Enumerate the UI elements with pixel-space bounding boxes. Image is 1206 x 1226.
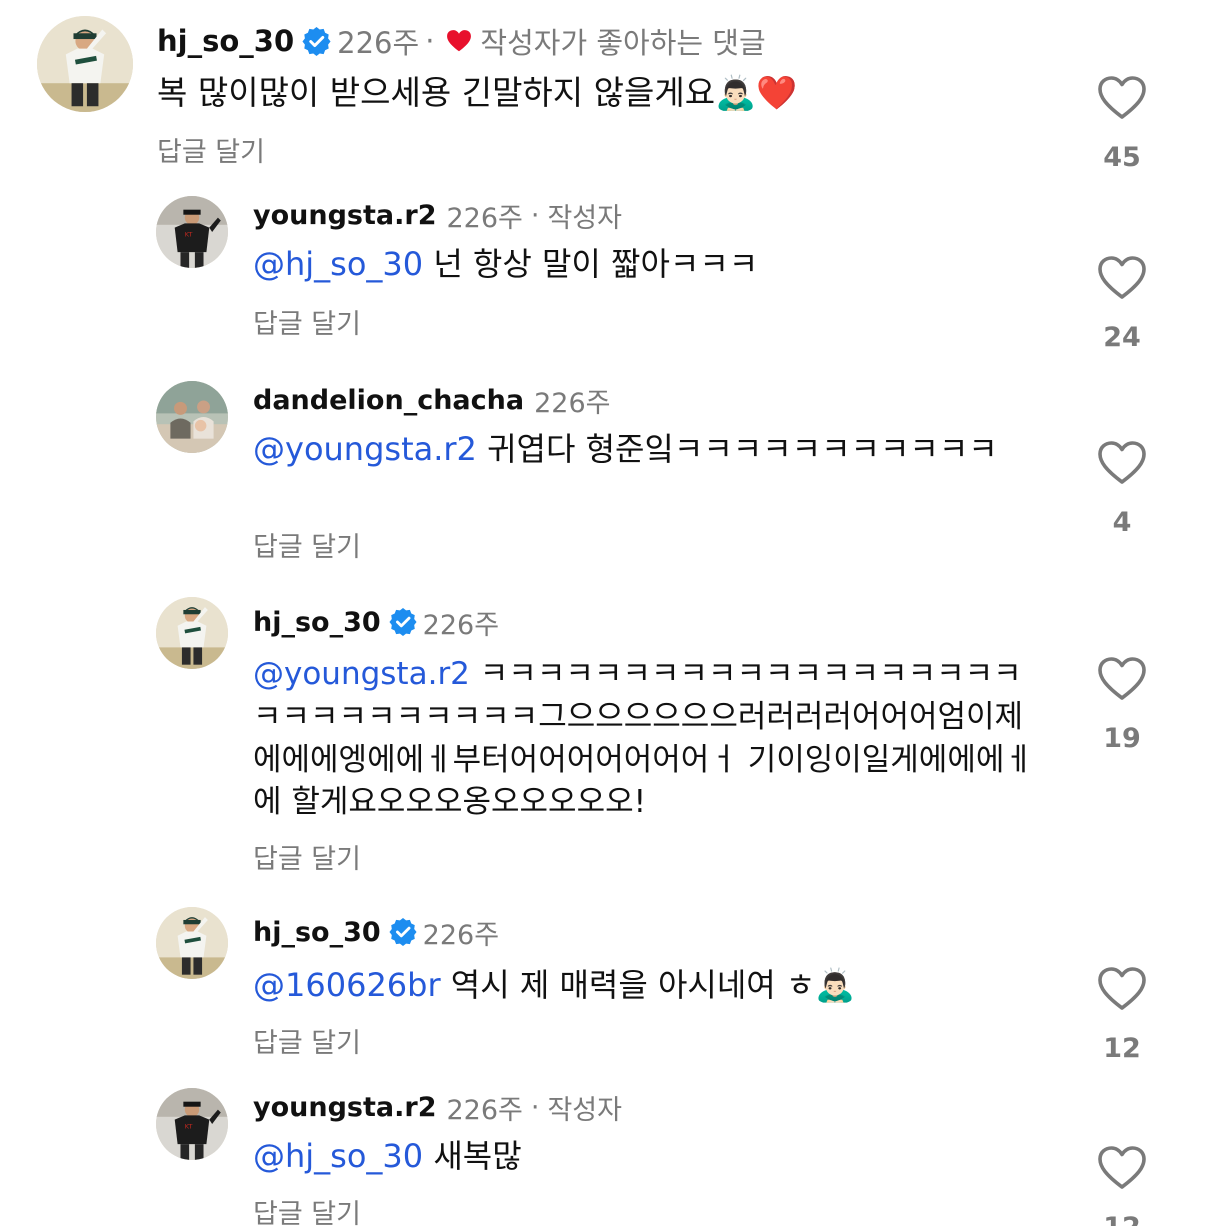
comment-body: 역시 제 매력을 아시네여 ㅎ🙇🏻‍♂️ <box>440 966 856 1004</box>
comment-text: 복 많이많이 받으세용 긴말하지 않을게요🙇🏻‍♂️❤️ <box>157 70 1057 116</box>
timestamp: 226주 <box>446 1094 523 1126</box>
comment-body: 넌 항상 말이 짧아ㅋㅋㅋ <box>423 245 759 283</box>
comment-item: hj_so_30 226주 · 작성자가 좋아하는 댓글 복 많이많이 받으세용… <box>0 0 1206 190</box>
reply-button[interactable]: 답글 달기 <box>253 1021 361 1060</box>
comment-meta: youngsta.r2 226주 · 작성자 <box>253 196 622 234</box>
pitcher-profile-photo-icon <box>156 597 228 669</box>
group-photo-icon <box>156 381 228 453</box>
like-control: 4 <box>1098 441 1146 538</box>
reply-item: youngsta.r2 226주 · 작성자 @hj_so_30 넌 항상 말이… <box>0 190 1206 370</box>
username[interactable]: hj_so_30 <box>253 917 381 948</box>
player-profile-photo-icon <box>156 196 228 268</box>
mention-link[interactable]: @160626br <box>253 966 441 1004</box>
heart-outline-icon[interactable] <box>1098 967 1146 1011</box>
verified-badge-icon <box>389 608 417 636</box>
avatar[interactable] <box>156 196 228 268</box>
comment-text: @youngsta.r2 ㅋㅋㅋㅋㅋㅋㅋㅋㅋㅋㅋㅋㅋㅋㅋㅋㅋㅋㅋㅋㅋㅋㅋㅋㅋㅋㅋ… <box>253 653 1033 824</box>
author-label: 작성자 <box>547 1094 622 1126</box>
pitcher-profile-photo-icon <box>37 16 133 112</box>
like-count: 19 <box>1103 723 1141 754</box>
heart-outline-icon[interactable] <box>1098 256 1146 300</box>
avatar[interactable] <box>156 597 228 669</box>
comment-meta: hj_so_30 226주 <box>253 603 499 641</box>
timestamp: 226주 <box>534 387 611 419</box>
avatar[interactable] <box>37 16 133 112</box>
heart-outline-icon[interactable] <box>1098 1146 1146 1190</box>
verified-badge-icon <box>389 918 417 946</box>
comment-text: @hj_so_30 넌 항상 말이 짧아ㅋㅋㅋ <box>253 242 1033 286</box>
avatar[interactable] <box>156 907 228 979</box>
reply-button[interactable]: 답글 달기 <box>253 302 361 341</box>
username[interactable]: youngsta.r2 <box>253 1092 436 1123</box>
like-count: 24 <box>1103 322 1141 353</box>
avatar[interactable] <box>156 381 228 453</box>
timestamp: 226주 <box>337 26 420 60</box>
username[interactable]: dandelion_chacha <box>253 385 524 416</box>
mention-link[interactable]: @youngsta.r2 <box>253 656 470 692</box>
username[interactable]: youngsta.r2 <box>253 200 436 231</box>
red-heart-icon <box>447 30 472 52</box>
comment-body: 복 많이많이 받으세용 긴말하지 않을게요🙇🏻‍♂️❤️ <box>157 73 798 112</box>
comment-body: 귀엽다 형준잌ㅋㅋㅋㅋㅋㅋㅋㅋㅋㅋㅋ <box>476 430 998 468</box>
heart-outline-icon[interactable] <box>1098 441 1146 485</box>
reply-button[interactable]: 답글 달기 <box>157 130 265 169</box>
timestamp: 226주 <box>422 919 500 951</box>
separator: · <box>425 24 435 58</box>
comment-text: @160626br 역시 제 매력을 아시네여 ㅎ🙇🏻‍♂️ <box>253 963 1033 1007</box>
avatar[interactable] <box>156 1088 228 1160</box>
heart-outline-icon[interactable] <box>1098 657 1146 701</box>
comment-text: @hj_so_30 새복많 <box>253 1134 1033 1178</box>
mention-link[interactable]: @youngsta.r2 <box>253 430 477 468</box>
like-count: 12 <box>1098 1212 1146 1226</box>
separator: · <box>530 199 540 231</box>
username[interactable]: hj_so_30 <box>157 24 294 58</box>
reply-item: hj_so_30 226주 @160626br 역시 제 매력을 아시네여 ㅎ🙇… <box>0 905 1206 1075</box>
like-control: 24 <box>1098 256 1146 353</box>
heart-outline-icon[interactable] <box>1098 76 1146 120</box>
like-control: 12 <box>1098 967 1146 1064</box>
separator: · <box>530 1091 540 1123</box>
timestamp: 226주 <box>446 202 523 234</box>
reply-item: dandelion_chacha 226주 @youngsta.r2 귀엽다 형… <box>0 375 1206 585</box>
like-control: 12 <box>1098 1146 1146 1226</box>
verified-badge-icon <box>302 27 331 56</box>
author-label: 작성자 <box>547 202 622 234</box>
mention-link[interactable]: @hj_so_30 <box>253 1137 423 1175</box>
pitcher-profile-photo-icon <box>156 907 228 979</box>
reply-item: youngsta.r2 226주 · 작성자 @hj_so_30 새복많 답글 … <box>0 1082 1206 1226</box>
timestamp: 226주 <box>422 609 500 641</box>
like-count: 12 <box>1103 1033 1141 1064</box>
reply-item: hj_so_30 226주 @youngsta.r2 ㅋㅋㅋㅋㅋㅋㅋㅋㅋㅋㅋㅋㅋ… <box>0 595 1206 895</box>
mention-link[interactable]: @hj_so_30 <box>253 245 423 283</box>
comment-meta: youngsta.r2 226주 · 작성자 <box>253 1088 622 1126</box>
player-profile-photo-icon <box>156 1088 228 1160</box>
comment-text: @youngsta.r2 귀엽다 형준잌ㅋㅋㅋㅋㅋㅋㅋㅋㅋㅋㅋ <box>253 427 1023 471</box>
liked-by-author-label: 작성자가 좋아하는 댓글 <box>480 26 766 60</box>
reply-button[interactable]: 답글 달기 <box>253 1192 361 1226</box>
comment-meta: hj_so_30 226주 · 작성자가 좋아하는 댓글 <box>157 22 766 60</box>
comment-meta: dandelion_chacha 226주 <box>253 381 610 419</box>
like-control: 19 <box>1098 657 1146 754</box>
reply-button[interactable]: 답글 달기 <box>253 837 361 876</box>
like-count: 45 <box>1103 142 1141 173</box>
like-count: 4 <box>1112 507 1132 538</box>
like-control: 45 <box>1098 76 1146 173</box>
comment-body: 새복많 <box>423 1137 522 1175</box>
reply-button[interactable]: 답글 달기 <box>253 525 361 564</box>
username[interactable]: hj_so_30 <box>253 607 381 638</box>
comment-meta: hj_so_30 226주 <box>253 913 499 951</box>
